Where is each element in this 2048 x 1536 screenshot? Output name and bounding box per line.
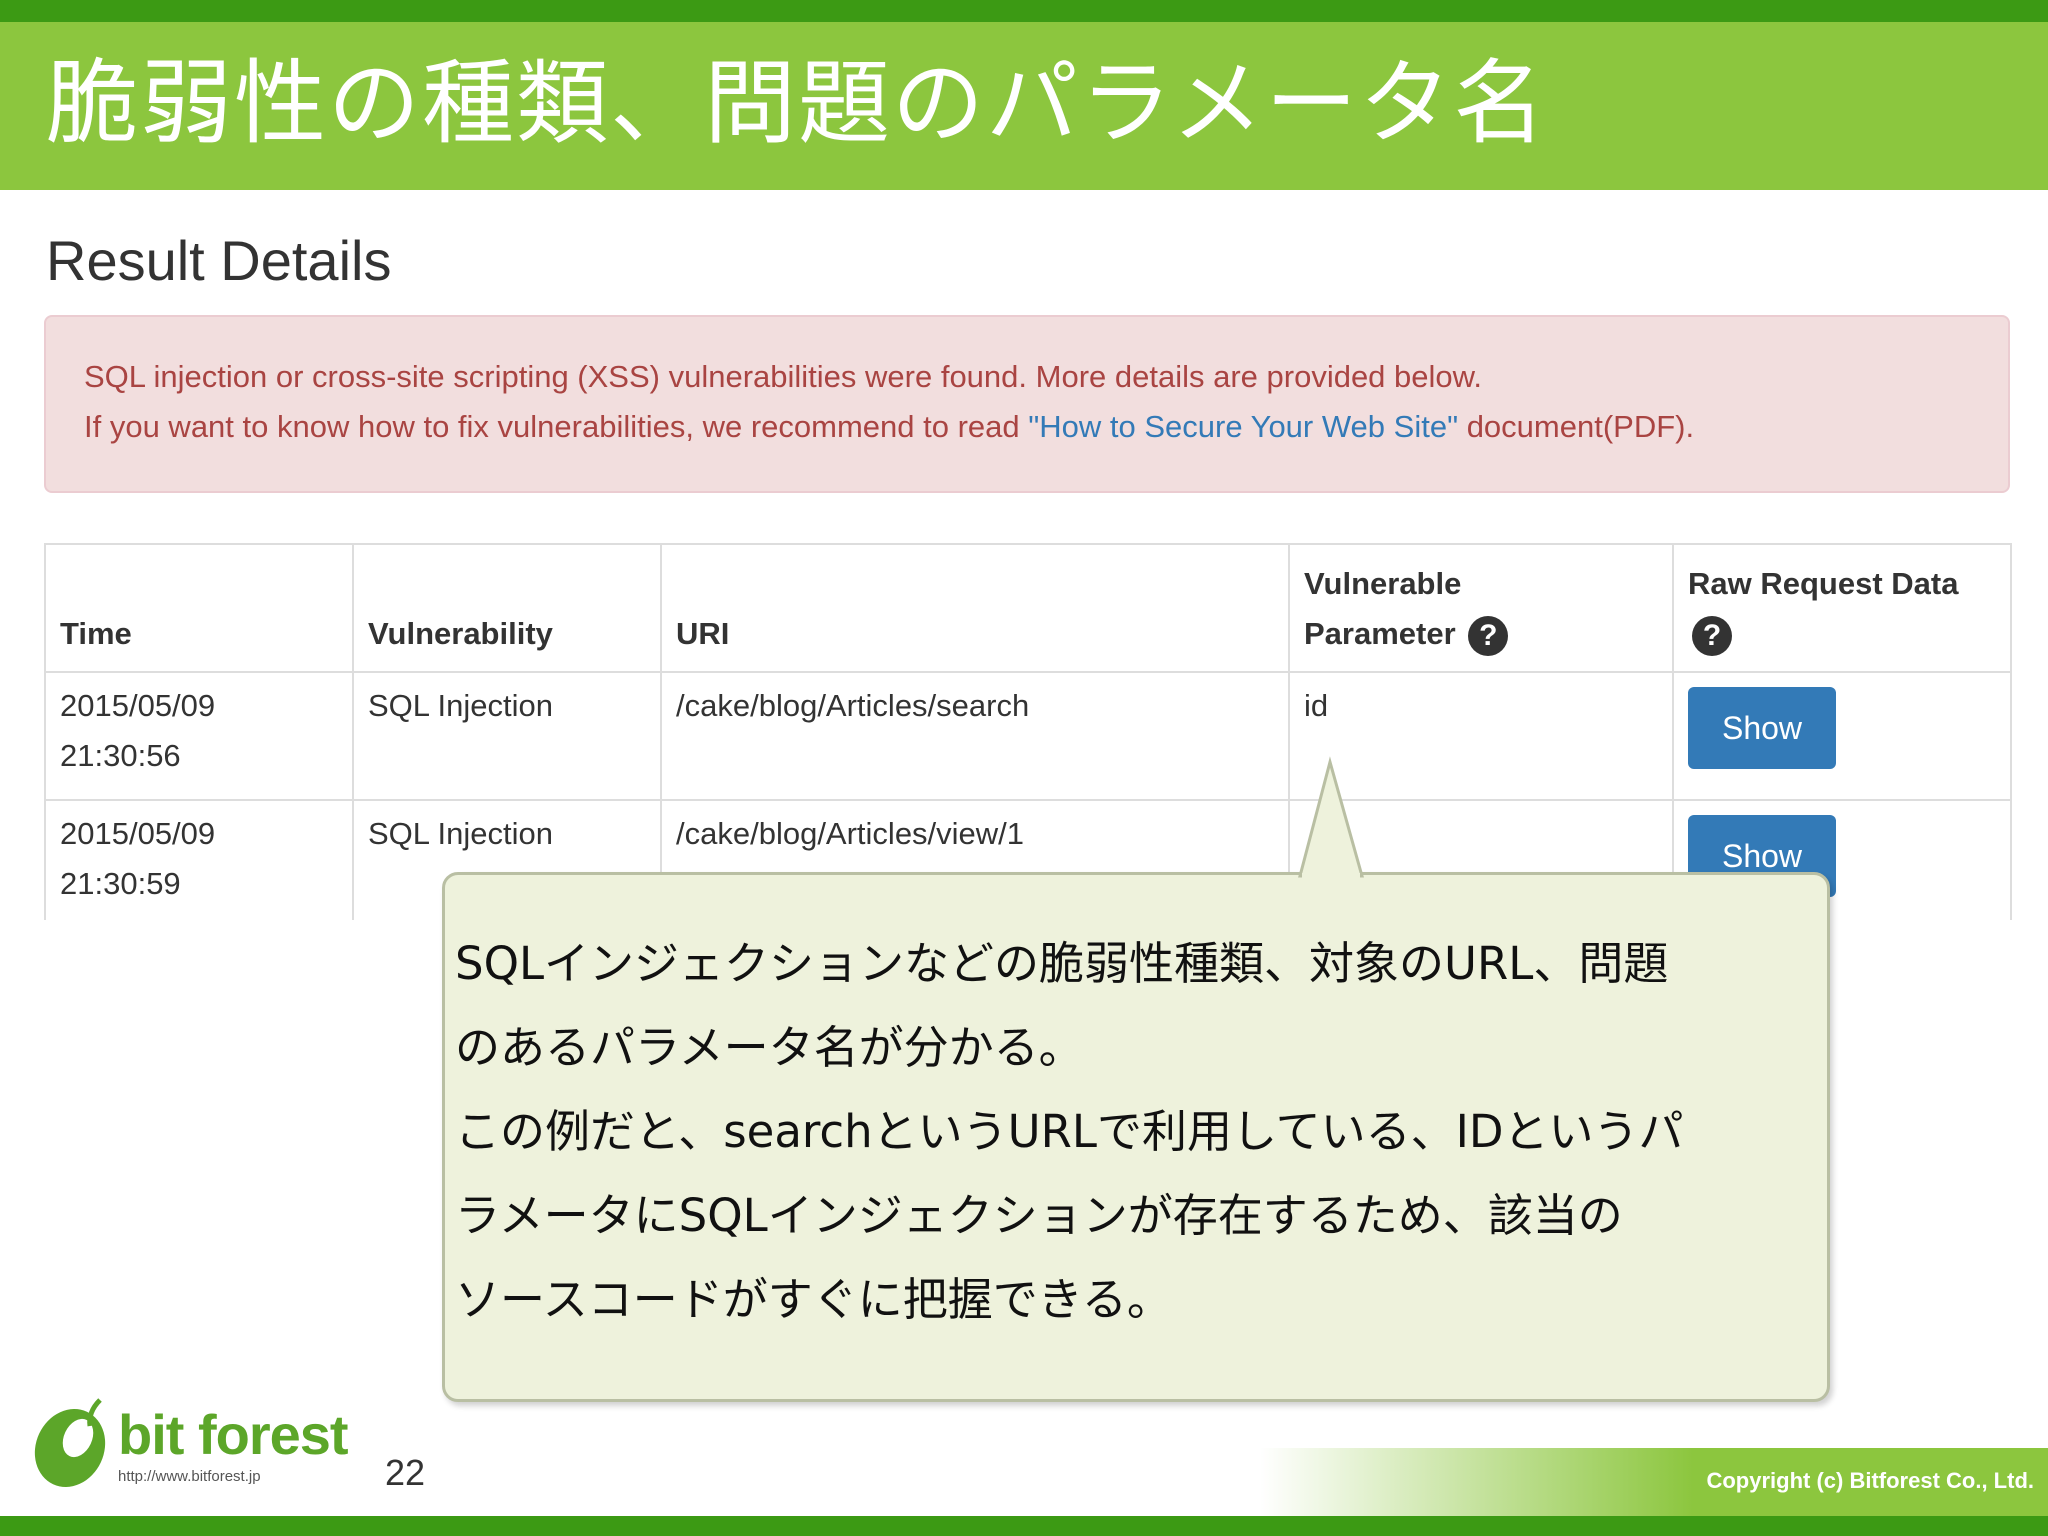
callout-line-3: この例だと、searchというURLで利用している、IDというパ: [455, 1105, 1684, 1158]
bottom-stripe: [0, 1516, 2048, 1536]
uri-cell: /cake/blog/Articles/search: [660, 671, 1290, 801]
alert-line-2: If you want to know how to fix vulnerabi…: [84, 409, 1694, 445]
time-text: 21:30:56: [60, 738, 181, 773]
alert-line-2-prefix: If you want to know how to fix vulnerabi…: [84, 409, 1029, 444]
question-circle-icon[interactable]: ?: [1468, 615, 1509, 656]
time-text: 21:30:59: [60, 866, 181, 901]
results-table: Time Vulnerability URI Vulnerable Paramet…: [44, 543, 2012, 920]
date-text: 2015/05/09: [60, 688, 216, 723]
column-header-uri: URI: [660, 543, 1290, 673]
param-header-line-1: Vulnerable: [1304, 566, 1462, 601]
result-heading: Result Details: [46, 229, 392, 292]
callout-text: SQLインジェクションなどの脆弱性種類、対象のURL、問題 のあるパラメータ名が…: [455, 922, 1815, 1342]
date-text: 2015/05/09: [60, 816, 216, 851]
column-header-raw: Raw Request Data?: [1672, 543, 2012, 673]
table-header-row: Time Vulnerability URI Vulnerable Paramet…: [44, 543, 2012, 673]
logo-url: http://www.bitforest.jp: [118, 1468, 261, 1485]
result-screenshot: Result Details SQL injection or cross-si…: [0, 190, 2048, 920]
show-button[interactable]: Show: [1688, 687, 1836, 769]
time-cell: 2015/05/09 21:30:59: [44, 799, 354, 920]
callout-line-4: ラメータにSQLインジェクションが存在するため、該当の: [455, 1189, 1623, 1242]
copyright-text: Copyright (c) Bitforest Co., Ltd.: [1706, 1468, 2034, 1493]
raw-header-label: Raw Request Data: [1688, 566, 1959, 601]
top-stripe: [0, 0, 2048, 22]
parameter-cell: id: [1288, 671, 1674, 801]
logo-name: bit forest: [118, 1403, 349, 1466]
callout-line-1: SQLインジェクションなどの脆弱性種類、対象のURL、問題: [455, 937, 1669, 990]
secure-web-site-link[interactable]: "How to Secure Your Web Site": [1028, 409, 1458, 444]
raw-cell: Show: [1672, 671, 2012, 801]
slide-title: 脆弱性の種類、問題のパラメータ名: [46, 50, 1548, 157]
column-header-vulnerability: Vulnerability: [352, 543, 662, 673]
param-header-line-2: Parameter: [1304, 616, 1456, 651]
column-header-parameter: Vulnerable Parameter ?: [1288, 543, 1674, 673]
callout-line-5: ソースコードがすぐに把握できる。: [455, 1273, 1172, 1326]
time-cell: 2015/05/09 21:30:56: [44, 671, 354, 801]
callout-line-2: のあるパラメータ名が分かる。: [455, 1021, 1084, 1074]
vulnerability-alert: SQL injection or cross-site scripting (X…: [44, 315, 2010, 493]
vulnerability-cell: SQL Injection: [352, 671, 662, 801]
alert-line-1: SQL injection or cross-site scripting (X…: [84, 359, 1482, 394]
page-number: 22: [385, 1452, 426, 1493]
alert-line-2-suffix: document(PDF).: [1458, 409, 1695, 444]
column-header-time: Time: [44, 543, 354, 673]
table-row: 2015/05/09 21:30:56 SQL Injection /cake/b…: [44, 671, 2012, 801]
question-circle-icon[interactable]: ?: [1692, 615, 1732, 656]
